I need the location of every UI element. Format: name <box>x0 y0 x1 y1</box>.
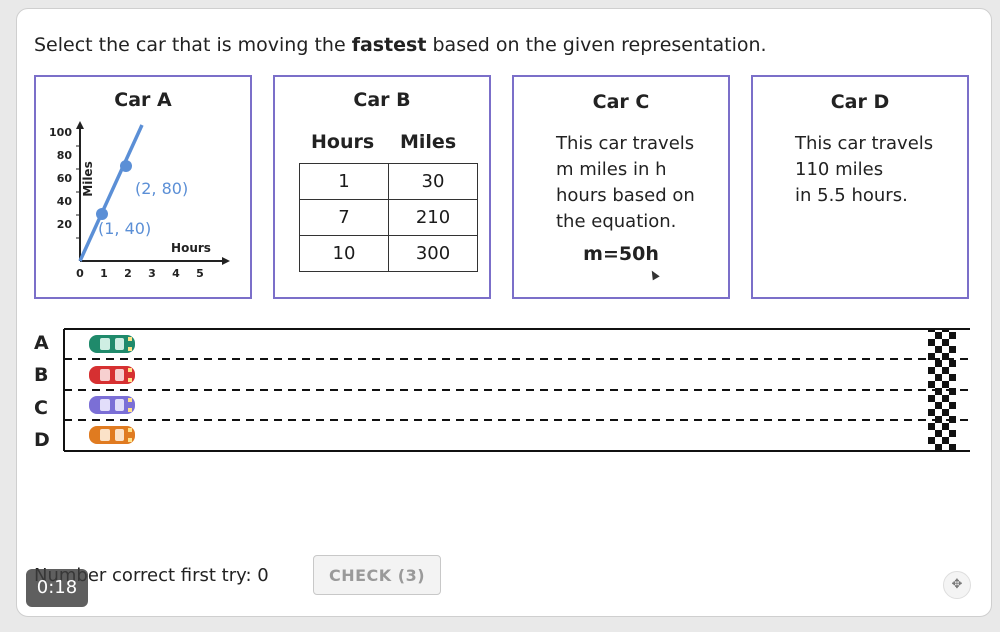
video-timer: 0:18 <box>26 569 88 607</box>
card-b-title: Car B <box>353 89 411 111</box>
car-b-table: 1 30 7 210 10 300 <box>299 163 478 272</box>
point-2-label: (2, 80) <box>135 179 188 198</box>
y-tick-40: 40 <box>57 195 73 208</box>
card-a-title: Car A <box>114 89 172 111</box>
prompt-emphasis: fastest <box>351 34 427 56</box>
car-a-graph: 100 80 60 40 20 0 1 2 3 4 5 Miles Hours … <box>49 121 230 280</box>
car-b-icon <box>89 366 135 384</box>
y-tick-80: 80 <box>57 149 73 162</box>
lane-label-a: A <box>34 332 49 354</box>
collapse-icon[interactable]: ✥ <box>943 571 971 599</box>
table-cell: 300 <box>388 235 478 272</box>
car-d-icon <box>89 426 135 444</box>
card-d-description: This car travels 110 miles in 5.5 hours. <box>795 133 934 206</box>
y-tick-100: 100 <box>49 126 72 139</box>
table-cell: 1 <box>299 163 389 200</box>
table-row: 7 210 <box>299 199 478 236</box>
x-tick-5: 5 <box>196 267 204 280</box>
lane-label-c: C <box>34 397 48 419</box>
card-c-equation: m=50h <box>583 243 659 265</box>
data-point-2 <box>120 160 132 172</box>
lane-label-d: D <box>34 429 50 451</box>
col-miles-header: Miles <box>400 131 457 153</box>
table-row: 1 30 <box>299 163 478 200</box>
race-track <box>63 328 970 452</box>
car-a-icon <box>89 335 135 353</box>
table-cell: 10 <box>299 235 389 272</box>
card-car-b[interactable]: Car B Hours Miles 1 30 7 210 10 300 <box>273 75 491 299</box>
x-tick-0: 0 <box>76 267 84 280</box>
check-button[interactable]: CHECK (3) <box>313 555 441 595</box>
x-tick-1: 1 <box>100 267 108 280</box>
table-cell: 210 <box>388 199 478 236</box>
card-c-title: Car C <box>592 91 650 113</box>
car-c-icon <box>89 396 135 414</box>
question-prompt: Select the car that is moving the fastes… <box>34 34 767 56</box>
y-tick-20: 20 <box>57 218 73 231</box>
card-c-description: This car travels m miles in h hours base… <box>556 133 695 232</box>
x-axis-label: Hours <box>171 241 211 255</box>
card-d-title: Car D <box>830 91 890 113</box>
card-car-a[interactable]: Car A 100 80 60 40 20 0 1 2 3 4 5 Miles … <box>34 75 252 299</box>
x-tick-3: 3 <box>148 267 156 280</box>
table-cell: 30 <box>388 163 478 200</box>
table-cell: 7 <box>299 199 389 236</box>
x-tick-2: 2 <box>124 267 132 280</box>
y-tick-60: 60 <box>57 172 73 185</box>
table-row: 10 300 <box>299 235 478 272</box>
x-tick-4: 4 <box>172 267 180 280</box>
y-axis-label: Miles <box>81 161 95 196</box>
card-car-c[interactable]: Car C This car travels m miles in h hour… <box>512 75 730 299</box>
col-hours-header: Hours <box>311 131 375 153</box>
point-1-label: (1, 40) <box>98 219 151 238</box>
card-car-d[interactable]: Car D This car travels 110 miles in 5.5 … <box>751 75 969 299</box>
lane-label-b: B <box>34 364 49 386</box>
